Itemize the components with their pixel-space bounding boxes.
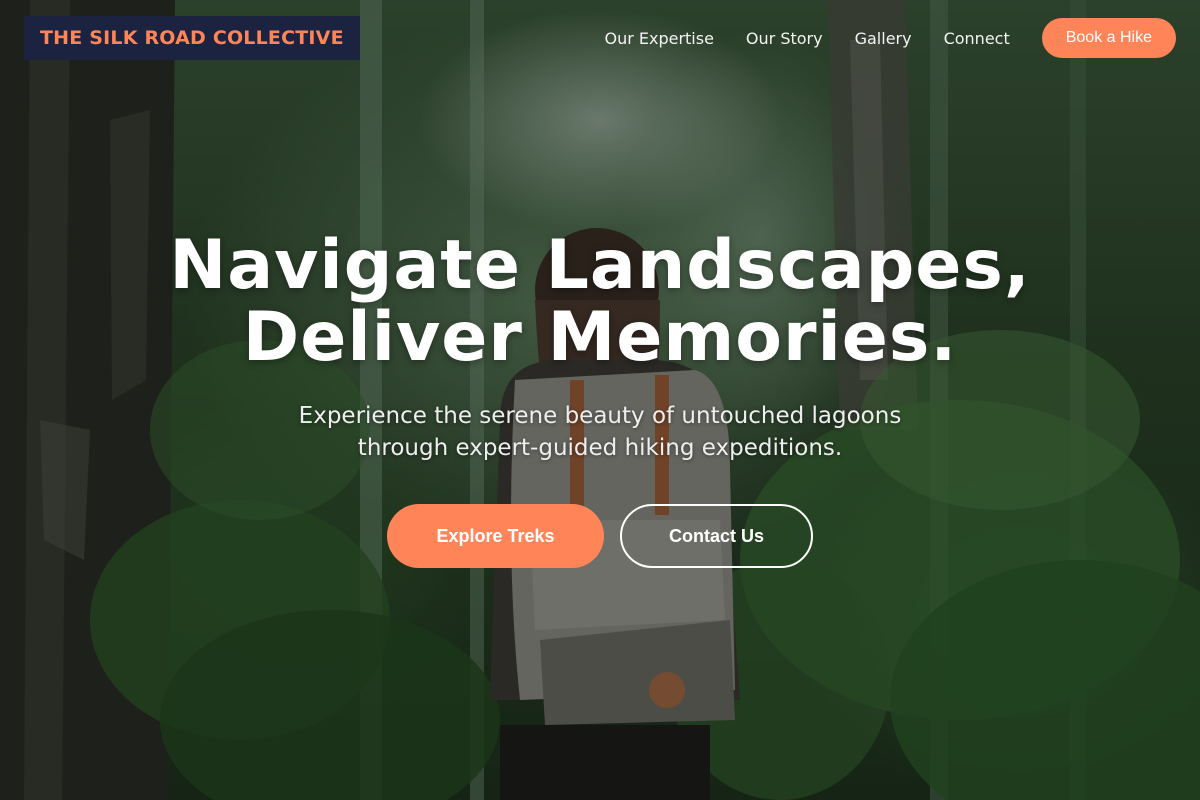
- hero-cta-group: Explore Treks Contact Us: [387, 504, 813, 568]
- hero-section: THE SILK ROAD COLLECTIVE Our Expertise O…: [0, 0, 1200, 800]
- hero-headline-line-2: Deliver Memories.: [242, 298, 958, 377]
- hero-subheading-line-1: Experience the serene beauty of untouche…: [298, 403, 902, 429]
- top-navigation: THE SILK ROAD COLLECTIVE Our Expertise O…: [0, 0, 1200, 76]
- contact-us-button[interactable]: Contact Us: [620, 504, 813, 568]
- nav-link-our-story[interactable]: Our Story: [746, 29, 823, 48]
- hero-subheading: Experience the serene beauty of untouche…: [0, 400, 1200, 464]
- hero-headline-line-1: Navigate Landscapes,: [169, 226, 1031, 305]
- nav-link-connect[interactable]: Connect: [944, 29, 1010, 48]
- explore-treks-button[interactable]: Explore Treks: [387, 504, 604, 568]
- hero-headline: Navigate Landscapes, Deliver Memories.: [0, 230, 1200, 374]
- brand-logo[interactable]: THE SILK ROAD COLLECTIVE: [24, 16, 360, 60]
- nav-link-our-expertise[interactable]: Our Expertise: [604, 29, 713, 48]
- nav-links: Our Expertise Our Story Gallery Connect …: [604, 18, 1176, 58]
- hero-subheading-line-2: through expert-guided hiking expeditions…: [357, 435, 843, 461]
- nav-link-gallery[interactable]: Gallery: [855, 29, 912, 48]
- book-a-hike-button[interactable]: Book a Hike: [1041, 18, 1176, 58]
